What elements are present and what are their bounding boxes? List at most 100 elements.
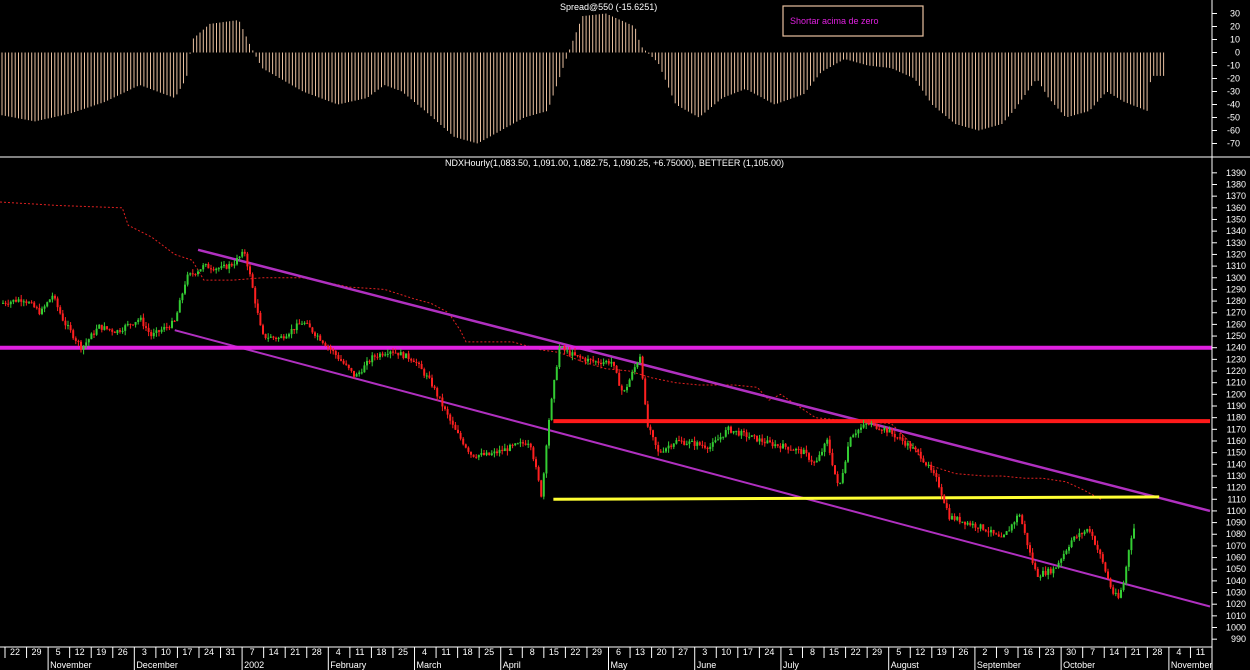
day-label: 22	[10, 647, 20, 657]
price-tick-label: 1160	[1227, 436, 1246, 446]
candle-body	[1083, 531, 1086, 535]
candle-body	[155, 330, 158, 333]
price-tick-label: 1330	[1226, 238, 1246, 248]
candle-body	[293, 328, 296, 331]
candle-body	[449, 414, 452, 421]
price-tick-label: 1220	[1226, 366, 1246, 376]
candle-body	[111, 329, 114, 332]
candle-body	[610, 361, 613, 364]
candle-body	[776, 444, 779, 446]
candle-body	[561, 346, 563, 348]
candle-body	[613, 361, 615, 366]
candle-body	[178, 300, 181, 313]
candle-body	[215, 268, 218, 271]
candle-body	[41, 308, 43, 315]
candle-body	[808, 453, 810, 460]
candle-body	[4, 302, 7, 304]
candle-body	[1075, 536, 1078, 538]
price-tick-label: 1190	[1227, 401, 1246, 411]
candle-body	[405, 353, 407, 359]
candle-body	[100, 324, 103, 330]
candle-body	[163, 326, 166, 330]
candle-body	[605, 360, 608, 363]
price-tick-label: 1320	[1226, 249, 1246, 259]
candle-body	[1096, 544, 1099, 550]
day-label: 19	[937, 647, 947, 657]
candle-body	[90, 333, 93, 340]
candle-body	[727, 426, 730, 431]
candle-body	[953, 516, 956, 520]
month-label: July	[783, 660, 800, 670]
candle-body	[615, 365, 618, 373]
day-label: 18	[463, 647, 473, 657]
candle-body	[1065, 550, 1068, 554]
candle-body	[282, 336, 285, 339]
candle-body	[711, 442, 714, 447]
candle-body	[553, 379, 556, 399]
candle-body	[756, 435, 758, 442]
candle-body	[849, 437, 852, 447]
candle-body	[644, 378, 647, 405]
day-label: 22	[570, 647, 580, 657]
candle-body	[230, 263, 233, 266]
candle-body	[769, 440, 771, 443]
candle-body	[379, 353, 381, 358]
candle-body	[878, 428, 881, 430]
price-tick-label: 1230	[1226, 354, 1246, 364]
candle-body	[1109, 578, 1112, 588]
candle-body	[431, 377, 433, 387]
candle-body	[706, 447, 709, 450]
price-tick-label: 1030	[1226, 588, 1246, 598]
candle-body	[1068, 546, 1070, 551]
candle-body	[397, 352, 400, 356]
candle-body	[667, 445, 670, 449]
candle-body	[852, 435, 855, 438]
candle-body	[537, 467, 540, 481]
candle-body	[485, 452, 488, 455]
price-tick-label: 1290	[1226, 284, 1246, 294]
candle-body	[64, 320, 67, 326]
candle-body	[80, 341, 82, 350]
candle-body	[659, 451, 662, 453]
candle-body	[7, 303, 10, 305]
day-label: 12	[75, 647, 85, 657]
candle-body	[498, 449, 501, 454]
candle-body	[129, 323, 132, 325]
candle-body	[1000, 536, 1003, 538]
candle-body	[688, 441, 691, 444]
candle-body	[628, 379, 631, 387]
candle-body	[217, 268, 220, 270]
candle-body	[1057, 562, 1060, 568]
candle-body	[15, 299, 17, 302]
candle-body	[238, 256, 241, 259]
candle-body	[951, 516, 953, 520]
day-label: 1	[508, 647, 513, 657]
candle-body	[483, 452, 485, 455]
candle-body	[444, 406, 446, 410]
candle-body	[184, 284, 186, 294]
candle-body	[329, 347, 332, 350]
candle-body	[43, 306, 46, 309]
candle-body	[912, 447, 914, 449]
day-label: 12	[915, 647, 925, 657]
candle-body	[932, 470, 935, 474]
osc-tick-label: -10	[1227, 61, 1240, 71]
candle-body	[108, 328, 111, 330]
candle-body	[1070, 540, 1073, 547]
candle-body	[316, 335, 319, 337]
candle-body	[1023, 524, 1026, 533]
candle-body	[197, 271, 199, 275]
candle-body	[493, 451, 496, 454]
candle-body	[691, 440, 693, 442]
candle-body	[334, 351, 337, 356]
candle-body	[945, 503, 948, 509]
candle-body	[384, 354, 387, 356]
month-label: 2002	[244, 660, 264, 670]
candle-body	[77, 340, 80, 342]
candle-body	[990, 529, 992, 533]
candle-body	[171, 320, 173, 328]
candle-body	[862, 424, 865, 428]
month-label: December	[136, 660, 178, 670]
candle-body	[841, 472, 844, 483]
candle-body	[805, 449, 808, 454]
